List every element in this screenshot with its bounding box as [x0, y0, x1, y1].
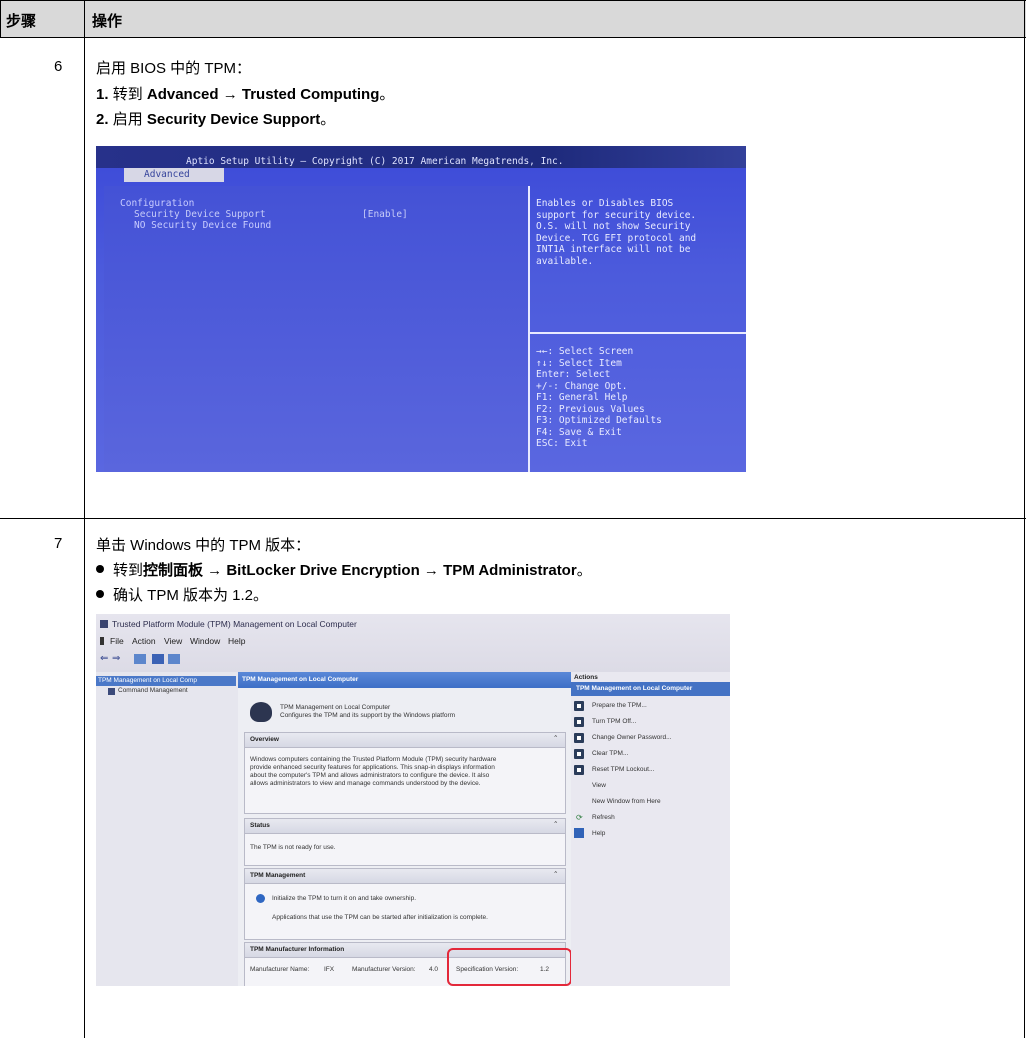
tpm-chip-icon: [250, 702, 272, 722]
step-number: 7: [54, 535, 63, 552]
action-turn-off[interactable]: Turn TPM Off...: [592, 718, 636, 726]
back-arrow-icon[interactable]: ⇐: [100, 653, 108, 664]
bullet-icon: [96, 565, 104, 573]
status-title: Status: [250, 822, 270, 829]
bios-help-text: Enables or Disables BIOS support for sec…: [536, 198, 697, 267]
column-divider: [84, 0, 85, 1038]
action-help[interactable]: Help: [592, 830, 605, 838]
actions-title: Actions: [574, 674, 598, 681]
tpm-screenshot: Trusted Platform Module (TPM) Management…: [96, 614, 730, 986]
app-icon: [100, 620, 108, 628]
tree-item-command[interactable]: Command Management: [118, 687, 188, 695]
table-right-border: [1024, 0, 1025, 1038]
bios-keys-divider: [528, 332, 746, 334]
bullet-icon: [96, 590, 104, 598]
bios-option-label[interactable]: Security Device Support: [134, 209, 266, 221]
management-title: TPM Management: [250, 872, 306, 879]
action-change-password[interactable]: Change Owner Password...: [592, 734, 671, 742]
bios-option-value[interactable]: [Enable]: [362, 209, 408, 221]
manufacturer-name-label: Manufacturer Name:: [250, 966, 310, 973]
header-bottom-border: [0, 37, 1026, 38]
management-line-1: Initialize the TPM to turn it on and tak…: [272, 895, 417, 902]
step-number: 6: [54, 58, 63, 75]
menu-view[interactable]: View: [164, 636, 182, 646]
action-reset-lockout[interactable]: Reset TPM Lockout...: [592, 766, 654, 774]
bios-config-label: Configuration: [120, 198, 195, 209]
reset-icon: [574, 765, 584, 775]
properties-icon[interactable]: [168, 654, 180, 664]
overview-text: Windows computers containing the Trusted…: [250, 756, 497, 787]
manufacturer-version-label: Manufacturer Version:: [352, 966, 416, 973]
management-line-2: Applications that use the TPM can be sta…: [272, 914, 488, 921]
menu-grip-icon: [100, 637, 104, 645]
bullet-item: 确认 TPM 版本为 1.2。: [96, 584, 268, 605]
tpm-window-title: Trusted Platform Module (TPM) Management…: [112, 619, 357, 629]
help-icon: [574, 828, 584, 838]
collapse-icon[interactable]: ⌃: [553, 871, 558, 879]
bios-status-line: NO Security Device Found: [134, 220, 272, 231]
menu-action[interactable]: Action: [132, 636, 156, 646]
collapse-icon[interactable]: ⌃: [553, 735, 558, 743]
instruction-item: 2. 启用 Security Device Support。: [96, 111, 336, 128]
prepare-icon: [574, 701, 584, 711]
menu-file[interactable]: File: [110, 636, 124, 646]
tpm-tree-pane: [96, 672, 238, 986]
bullet-item: 转到控制面板 → BitLocker Drive Encryption → TP…: [96, 559, 592, 580]
action-new-window[interactable]: New Window from Here: [592, 798, 661, 806]
info-icon: [256, 894, 265, 903]
action-view[interactable]: View: [592, 782, 606, 790]
refresh-icon: ⟳: [576, 813, 583, 822]
clear-icon: [574, 749, 584, 759]
status-header: [245, 819, 565, 834]
step-intro: 启用 BIOS 中的 TPM：: [96, 60, 252, 77]
command-icon: [108, 688, 115, 695]
manufacturer-title: TPM Manufacturer Information: [250, 946, 345, 953]
manufacturer-version-value: 4.0: [429, 966, 439, 973]
console-tree-icon[interactable]: [134, 654, 146, 664]
tpm-content-title: TPM Management on Local Computer: [242, 676, 359, 683]
action-clear[interactable]: Clear TPM...: [592, 750, 628, 758]
status-text: The TPM is not ready for use.: [250, 844, 336, 851]
turn-off-icon: [574, 717, 584, 727]
action-refresh[interactable]: Refresh: [592, 814, 615, 822]
bios-tab-advanced[interactable]: Advanced: [144, 169, 190, 180]
help-icon[interactable]: [152, 654, 164, 664]
step-intro: 单击 Windows 中的 TPM 版本：: [96, 537, 311, 554]
overview-header: [245, 733, 565, 748]
bios-screenshot: Aptio Setup Utility – Copyright (C) 2017…: [96, 146, 746, 472]
bios-title: Aptio Setup Utility – Copyright (C) 2017…: [186, 156, 564, 167]
collapse-icon[interactable]: ⌃: [553, 821, 558, 829]
header-operation: 操作: [92, 13, 123, 30]
forward-arrow-icon[interactable]: ⇒: [112, 653, 120, 664]
table-top-border: [0, 0, 1026, 1]
password-icon: [574, 733, 584, 743]
row-divider: [0, 518, 1026, 519]
table-header-background: [0, 0, 1026, 37]
manufacturer-name-value: IFX: [324, 966, 335, 973]
tree-item-root[interactable]: TPM Management on Local Comp: [98, 677, 197, 685]
action-prepare[interactable]: Prepare the TPM...: [592, 702, 647, 710]
instruction-item: 1. 转到 Advanced → Trusted Computing。: [96, 86, 395, 103]
intro-description: Configures the TPM and its support by th…: [280, 712, 456, 719]
header-step: 步骤: [6, 13, 37, 30]
menu-window[interactable]: Window: [190, 636, 220, 646]
table-left-border: [0, 0, 1, 38]
actions-subheader: TPM Management on Local Computer: [576, 685, 693, 692]
overview-title: Overview: [250, 736, 279, 743]
menu-help[interactable]: Help: [228, 636, 245, 646]
intro-title: TPM Management on Local Computer: [280, 704, 391, 711]
bios-help-divider: [528, 186, 530, 472]
highlight-box: [447, 948, 572, 986]
bios-key-legend: →←: Select Screen ↑↓: Select Item Enter:…: [536, 346, 662, 449]
